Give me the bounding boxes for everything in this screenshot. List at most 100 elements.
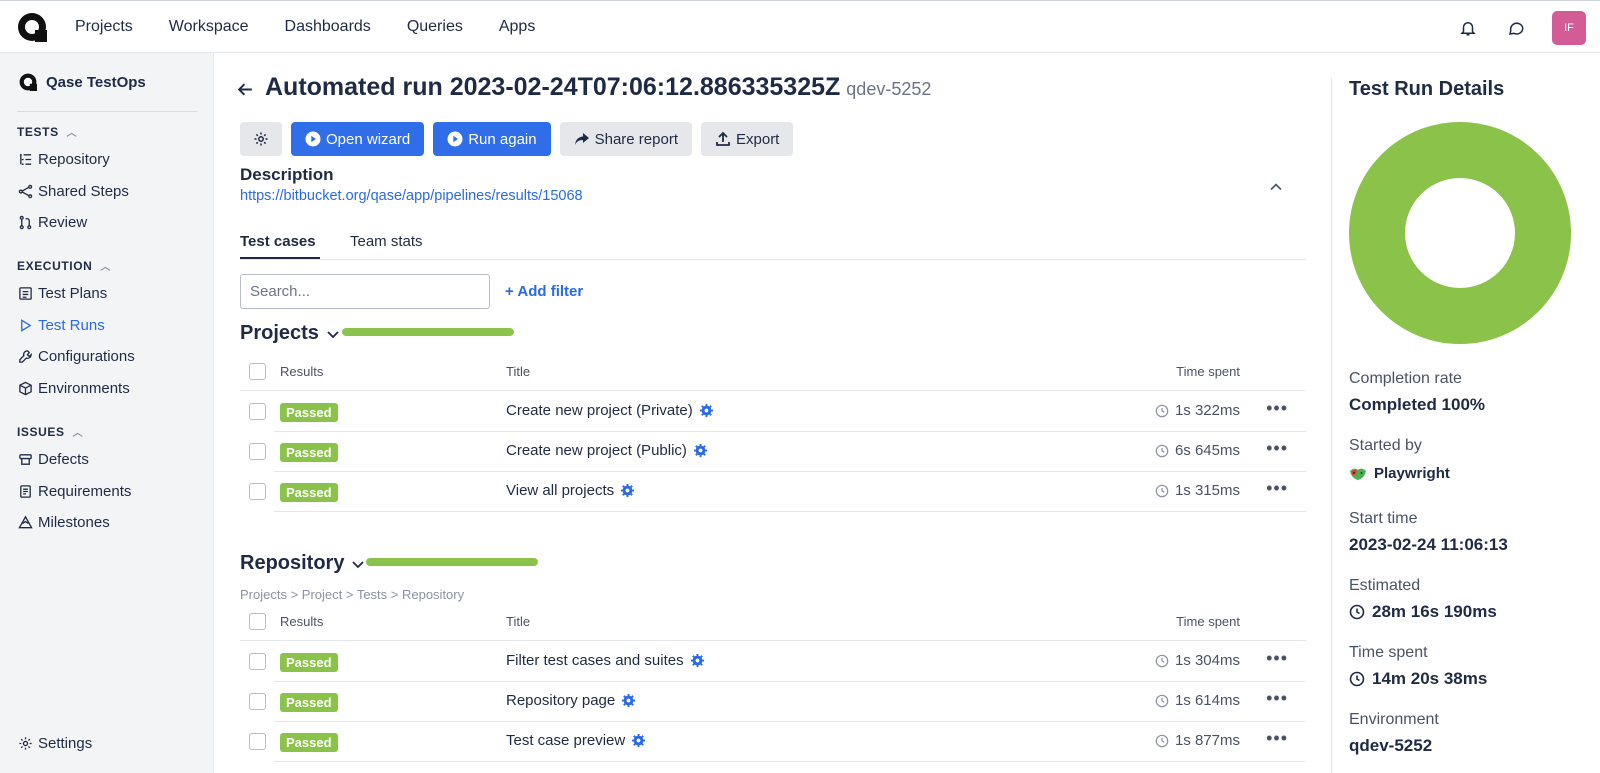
run-title: Automated run 2023-02-24T07:06:12.886335…	[265, 73, 841, 101]
row-checkbox[interactable]	[249, 733, 266, 750]
bell-icon[interactable]	[1456, 16, 1480, 40]
milestone-triangle-icon	[18, 515, 33, 529]
tab-team-stats[interactable]: Team stats	[350, 233, 423, 250]
automation-gear-icon	[621, 483, 635, 498]
case-title[interactable]: Create new project (Private)	[506, 402, 714, 419]
sidebar-item-requirements[interactable]: Requirements	[18, 483, 131, 500]
case-title[interactable]: Create new project (Public)	[506, 442, 708, 459]
share-report-button[interactable]: Share report	[559, 122, 692, 156]
table-row[interactable]: Passed Create new project (Public) 6s 64…	[249, 432, 1306, 472]
row-checkbox[interactable]	[249, 693, 266, 710]
sidebar-section-execution[interactable]: EXECUTION ︿	[17, 258, 112, 274]
sidebar-section-tests[interactable]: TESTS ︿	[17, 124, 77, 140]
more-options-icon[interactable]: •••	[1266, 648, 1288, 669]
open-wizard-button[interactable]: Open wizard	[291, 122, 425, 156]
pull-request-icon	[19, 215, 32, 230]
row-checkbox[interactable]	[249, 403, 266, 420]
section-label: ISSUES	[17, 424, 65, 439]
case-title[interactable]: Repository page	[506, 692, 636, 709]
sidebar-item-repository[interactable]: Repository	[18, 151, 110, 168]
description-link[interactable]: https://bitbucket.org/qase/app/pipelines…	[240, 188, 583, 204]
table-row[interactable]: Passed Create new project (Private) 1s 3…	[249, 392, 1306, 432]
group-progress-bar	[342, 328, 514, 336]
tab-test-cases[interactable]: Test cases	[240, 233, 316, 250]
more-options-icon[interactable]: •••	[1266, 398, 1288, 419]
group-progress-bar	[366, 558, 538, 566]
sidebar-item-configurations[interactable]: Configurations	[18, 348, 135, 365]
more-options-icon[interactable]: •••	[1266, 688, 1288, 709]
select-all-checkbox[interactable]	[249, 363, 266, 380]
started-by-value: Playwright	[1349, 465, 1450, 482]
chevron-up-icon: ︿	[100, 262, 112, 273]
sidebar-item-label: Test Plans	[38, 285, 108, 302]
topnav-apps[interactable]: Apps	[499, 18, 535, 36]
sidebar-item-environments[interactable]: Environments	[18, 380, 130, 397]
sidebar-item-shared-steps[interactable]: Shared Steps	[18, 183, 129, 200]
more-options-icon[interactable]: •••	[1266, 728, 1288, 749]
sidebar-brand[interactable]: Qase TestOps	[19, 73, 146, 91]
group-header-projects[interactable]: Projects	[240, 322, 341, 345]
sidebar-item-settings[interactable]: Settings	[18, 735, 92, 752]
table-row[interactable]: Passed Filter test cases and suites 1s 3…	[249, 642, 1306, 682]
select-all-checkbox[interactable]	[249, 613, 266, 630]
chevron-up-icon[interactable]	[1268, 179, 1284, 200]
more-options-icon[interactable]: •••	[1266, 478, 1288, 499]
case-title[interactable]: Test case preview	[506, 732, 646, 749]
sidebar-item-label: Settings	[38, 735, 93, 752]
col-title: Title	[506, 364, 531, 379]
row-checkbox[interactable]	[249, 653, 266, 670]
user-avatar[interactable]: IF	[1552, 11, 1586, 45]
case-title[interactable]: View all projects	[506, 482, 635, 499]
search-input[interactable]	[240, 274, 490, 309]
col-time-spent: Time spent	[1176, 364, 1240, 379]
started-by-name: Playwright	[1374, 465, 1450, 482]
time-value: 6s 645ms	[1174, 442, 1240, 459]
qase-logo-icon[interactable]	[17, 12, 47, 42]
progress-fill	[366, 558, 538, 566]
automation-gear-icon	[699, 403, 713, 418]
add-filter-button[interactable]: + Add filter	[505, 283, 583, 300]
topnav-projects[interactable]: Projects	[75, 18, 133, 36]
row-checkbox[interactable]	[249, 443, 266, 460]
sidebar-item-defects[interactable]: Defects	[18, 451, 89, 468]
time-spent: 1s 315ms	[1155, 482, 1240, 499]
run-again-button[interactable]: Run again	[433, 122, 551, 156]
topbar-actions: IF	[1456, 11, 1586, 45]
button-label: Share report	[594, 130, 678, 148]
more-options-icon[interactable]: •••	[1266, 438, 1288, 459]
group-header-repository[interactable]: Repository	[240, 552, 366, 575]
time-value: 1s 304ms	[1174, 652, 1240, 669]
col-title: Title	[506, 614, 531, 629]
topnav-workspace[interactable]: Workspace	[169, 18, 249, 36]
row-checkbox[interactable]	[249, 483, 266, 500]
sidebar-item-review[interactable]: Review	[18, 214, 87, 231]
settings-button[interactable]	[240, 122, 282, 156]
chat-icon[interactable]	[1504, 16, 1528, 40]
sidebar-item-test-plans[interactable]: Test Plans	[18, 285, 107, 302]
table-row[interactable]: Passed Test case preview 1s 877ms •••	[249, 722, 1306, 762]
case-title[interactable]: Filter test cases and suites	[506, 652, 705, 669]
topnav-queries[interactable]: Queries	[407, 18, 463, 36]
group-title: Repository	[240, 552, 345, 574]
topnav-dashboards[interactable]: Dashboards	[285, 18, 371, 36]
table-row[interactable]: Passed View all projects 1s 315ms •••	[249, 472, 1306, 512]
defect-icon	[19, 454, 32, 465]
table-row[interactable]: Passed Repository page 1s 614ms •••	[249, 682, 1306, 722]
breadcrumb: Projects > Project > Tests > Repository	[240, 587, 465, 602]
sidebar-item-test-runs[interactable]: Test Runs	[18, 317, 105, 334]
environment-label: Environment	[1349, 711, 1439, 728]
export-button[interactable]: Export	[701, 122, 794, 156]
clock-icon	[1349, 604, 1365, 620]
description-heading: Description	[240, 165, 334, 184]
time-spent: 1s 614ms	[1155, 692, 1240, 709]
time-value: 1s 322ms	[1174, 402, 1240, 419]
sidebar-section-issues[interactable]: ISSUES ︿	[17, 424, 84, 440]
back-arrow-icon[interactable]	[237, 81, 254, 104]
chevron-up-icon: ︿	[72, 428, 84, 439]
sidebar-item-milestones[interactable]: Milestones	[18, 514, 110, 531]
group-title: Projects	[240, 322, 319, 344]
donut-completed-arc	[1349, 122, 1571, 344]
sidebar-item-label: Environments	[38, 380, 130, 397]
run-env-code: qdev-5252	[846, 79, 932, 99]
clock-icon	[1349, 671, 1365, 687]
